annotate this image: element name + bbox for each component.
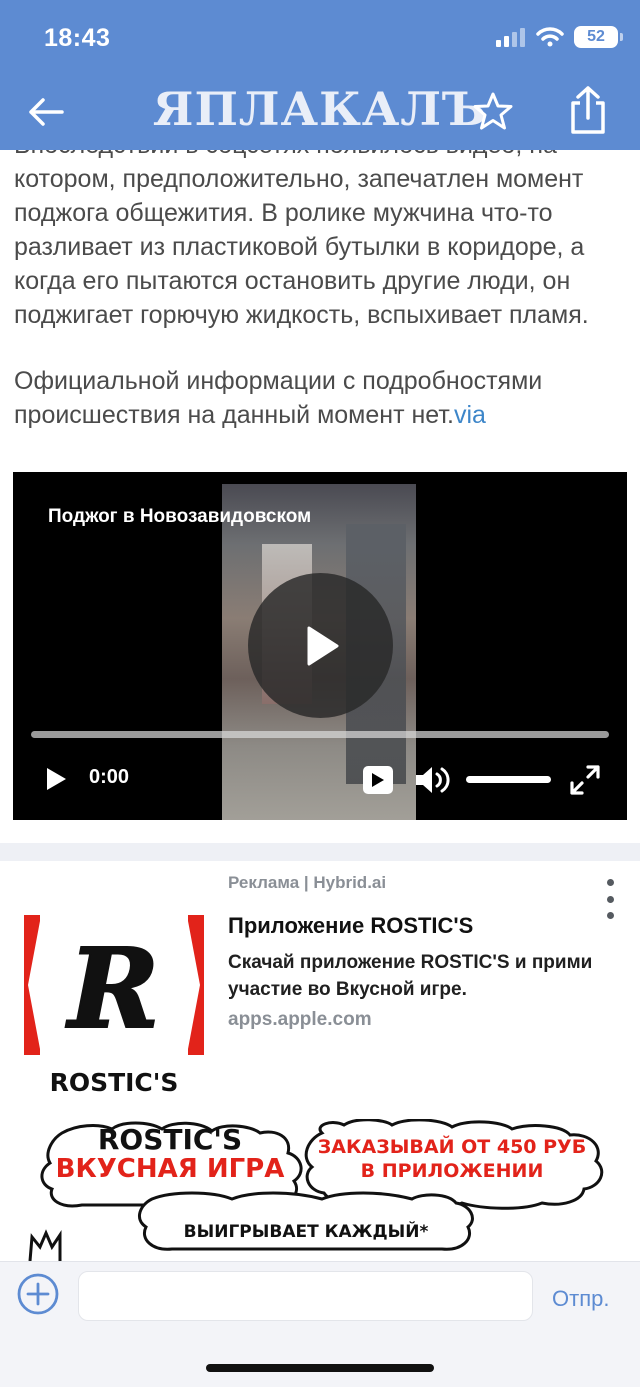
status-icons: 52	[496, 26, 623, 48]
battery-icon: 52	[574, 26, 623, 48]
share-icon	[571, 86, 605, 134]
article-paragraph-2: Официальной информации с подробностями п…	[14, 367, 543, 429]
dot-icon	[606, 895, 614, 903]
rostics-logo-text: ROSTIC'S	[50, 1068, 179, 1097]
svg-text:R: R	[65, 924, 159, 1053]
video-player[interactable]: Поджог в Новозавидовском 0:00	[13, 472, 627, 820]
banner-game: ВКУСНАЯ ИГРА	[56, 1154, 285, 1184]
send-button[interactable]: Отпр.	[552, 1286, 609, 1312]
favorite-button[interactable]	[470, 88, 516, 134]
fullscreen-button[interactable]	[569, 764, 601, 796]
section-separator	[0, 843, 640, 861]
home-indicator[interactable]	[206, 1364, 434, 1372]
banner-offer-line2: В ПРИЛОЖЕНИИ	[361, 1160, 544, 1182]
add-attachment-button[interactable]	[16, 1272, 60, 1316]
ad-label: Реклама | Hybrid.ai	[228, 873, 387, 892]
plus-circle-icon	[17, 1273, 59, 1315]
banner-winner: ВЫИГРЫВАЕТ КАЖДЫЙ*	[184, 1220, 429, 1242]
volume-button[interactable]	[413, 764, 451, 796]
ad-domain[interactable]: apps.apple.com	[228, 1009, 372, 1031]
banner-offer-line1: ЗАКАЗЫВАЙ ОТ 450 РУБ	[318, 1135, 586, 1158]
ad-block[interactable]: Реклама | Hybrid.ai R ROSTIC'S Приложени…	[0, 861, 640, 1261]
share-button[interactable]	[564, 84, 612, 136]
ad-menu-button[interactable]	[600, 879, 620, 919]
play-icon	[307, 626, 338, 665]
dot-icon	[606, 912, 614, 919]
ad-title[interactable]: Приложение ROSTIC'S	[228, 913, 473, 939]
speaker-icon	[416, 767, 450, 793]
video-title: Поджог в Новозавидовском	[48, 506, 312, 527]
article-paragraph-1: котором, предположительно, запечатлен мо…	[14, 165, 589, 329]
top-bar: 18:43 52 ЯПЛАКАЛЪ	[0, 0, 640, 150]
site-logo[interactable]: ЯПЛАКАЛЪ	[0, 82, 640, 136]
video-time: 0:00	[89, 766, 130, 788]
play-overlay-button[interactable]	[248, 573, 393, 718]
star-icon	[473, 92, 513, 130]
ad-description: Скачай приложение ROSTIC'S и прими участ…	[228, 952, 593, 1000]
article-body: Впоследствии в соцсетях появилось видео,…	[14, 128, 614, 464]
signal-icon	[496, 28, 525, 47]
rostics-logo[interactable]: R ROSTIC'S	[22, 915, 206, 1101]
volume-slider[interactable]	[466, 776, 551, 783]
dot-icon	[606, 879, 614, 886]
via-link[interactable]: via	[454, 401, 486, 429]
picture-in-picture-button[interactable]	[361, 764, 395, 796]
compose-bar: Отпр.	[0, 1261, 640, 1387]
status-time: 18:43	[44, 24, 111, 52]
banner-brand: ROSTIC'S	[98, 1123, 242, 1156]
play-button[interactable]	[43, 766, 69, 792]
play-small-icon	[47, 768, 66, 790]
wifi-icon	[536, 27, 564, 47]
fullscreen-icon	[570, 765, 600, 795]
comment-input[interactable]	[78, 1271, 533, 1321]
pip-icon	[363, 766, 393, 794]
ad-banner[interactable]: ROSTIC'S ВКУСНАЯ ИГРА ЗАКАЗЫВАЙ ОТ 450 Р…	[22, 1119, 620, 1261]
video-progress-bar[interactable]	[31, 731, 609, 738]
